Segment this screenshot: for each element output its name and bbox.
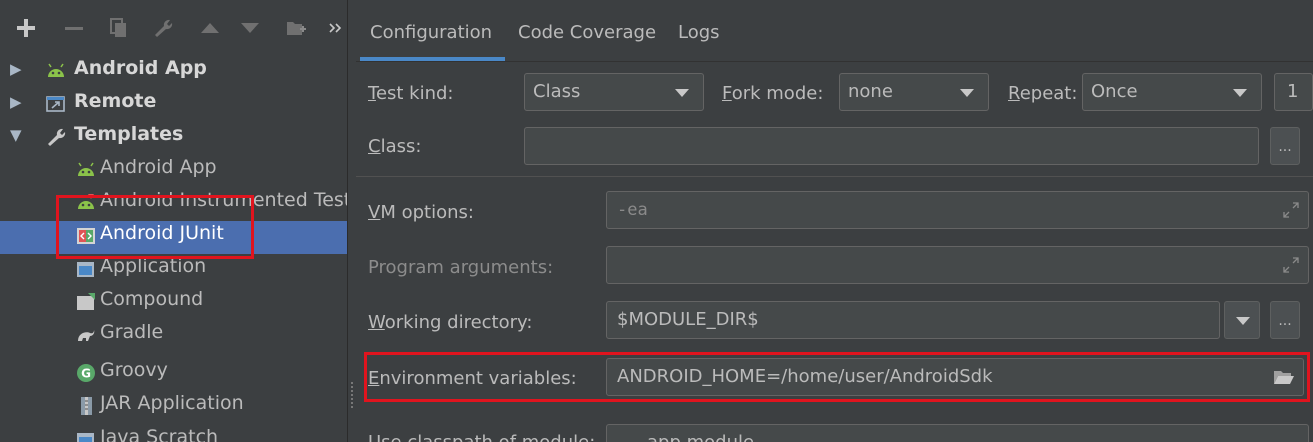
fork-mode-value: none (848, 81, 893, 102)
expand-icon[interactable] (1282, 256, 1300, 274)
tree-item-jar-application[interactable]: JAR Application (0, 391, 347, 424)
highlight-box-environment-variables (364, 352, 1310, 402)
repeat-count-value: 1 (1287, 81, 1299, 102)
tree-item-remote-group[interactable]: ▶ Remote (0, 89, 347, 122)
tree-item-label: Compound (100, 288, 204, 310)
run-configurations-tree-panel: ▶ Android App ▶ Remote ▼ Templates Andro… (0, 0, 347, 442)
working-directory-label: Working directory: (368, 312, 533, 333)
tab-logs[interactable]: Logs (678, 22, 720, 43)
chevron-down-icon (1233, 89, 1247, 97)
expand-icon[interactable] (1282, 201, 1300, 219)
tree-item-label: JAR Application (100, 392, 244, 414)
working-directory-input[interactable]: $MODULE_DIR$ (606, 301, 1220, 339)
class-label: Class: (368, 136, 422, 157)
application-icon (77, 262, 94, 277)
vm-options-input[interactable]: -ea (606, 191, 1309, 229)
remove-icon[interactable] (64, 18, 84, 38)
use-classpath-dropdown[interactable]: app module (606, 424, 1309, 442)
class-input[interactable] (524, 127, 1259, 165)
tree-item-compound[interactable]: Compound (0, 287, 347, 320)
test-kind-dropdown[interactable]: Class (524, 73, 704, 111)
expanded-arrow-icon[interactable]: ▼ (10, 126, 22, 144)
java-scratch-icon (77, 433, 94, 442)
gradle-icon (78, 330, 95, 341)
android-icon (78, 162, 94, 176)
jar-icon (81, 397, 92, 415)
test-kind-label: Test kind: (368, 83, 454, 104)
tree-item-label: Templates (74, 123, 184, 145)
repeat-label: Repeat: (1008, 83, 1078, 104)
copy-icon[interactable] (108, 18, 128, 38)
repeat-value: Once (1091, 81, 1138, 102)
splitter-grip-icon[interactable] (351, 382, 353, 408)
add-icon[interactable] (16, 18, 36, 38)
move-up-icon[interactable] (200, 18, 220, 38)
section-divider (356, 176, 1313, 177)
use-classpath-value: app module (647, 432, 754, 442)
tree-toolbar (0, 0, 347, 56)
wrench-icon[interactable] (153, 18, 173, 38)
tab-configuration[interactable]: Configuration (370, 22, 492, 43)
configuration-panel: Configuration Code Coverage Logs Test ki… (356, 0, 1313, 442)
class-browse-button[interactable]: ... (1270, 127, 1300, 165)
fork-mode-dropdown[interactable]: none (839, 73, 989, 111)
tree-item-label: Java Scratch (100, 426, 219, 442)
tab-code-coverage[interactable]: Code Coverage (518, 22, 656, 43)
highlight-box-android-junit (56, 195, 254, 259)
working-directory-dropdown-button[interactable] (1224, 301, 1260, 339)
working-directory-browse-button[interactable]: ... (1270, 301, 1300, 339)
tree-item-android-app[interactable]: Android App (0, 155, 347, 188)
folder-add-icon[interactable] (286, 18, 306, 38)
collapsed-arrow-icon[interactable]: ▶ (10, 93, 22, 111)
panel-splitter[interactable] (347, 0, 356, 442)
test-kind-value: Class (533, 81, 581, 102)
vm-options-label: VM options: (368, 202, 474, 223)
active-tab-indicator (360, 57, 505, 61)
more-icon[interactable] (328, 18, 344, 38)
use-classpath-label: Use classpath of module: (368, 432, 595, 442)
tree-item-label: Remote (74, 90, 157, 112)
tree-item-label: Gradle (100, 321, 164, 343)
move-down-icon[interactable] (240, 18, 260, 38)
tree-item-android-app-group[interactable]: ▶ Android App (0, 56, 347, 89)
vm-options-value: -ea (617, 200, 648, 220)
tree-item-label: Android App (74, 57, 207, 79)
svg-text:G: G (81, 367, 91, 381)
remote-icon (46, 96, 65, 112)
chevron-down-icon (675, 89, 689, 97)
repeat-count-field[interactable]: 1 (1274, 73, 1313, 111)
tree-item-label: Groovy (100, 359, 168, 381)
program-arguments-input[interactable] (606, 246, 1309, 284)
chevron-down-icon (1236, 317, 1250, 325)
tree-item-java-scratch[interactable]: Java Scratch (0, 425, 347, 442)
tree-item-gradle[interactable]: Gradle (0, 320, 347, 353)
android-icon (48, 63, 64, 77)
compound-icon (77, 293, 95, 310)
groovy-icon: G (77, 364, 95, 382)
tab-bar: Configuration Code Coverage Logs (356, 0, 1313, 62)
working-directory-value: $MODULE_DIR$ (617, 309, 759, 330)
collapsed-arrow-icon[interactable]: ▶ (10, 60, 22, 78)
chevron-down-icon (960, 89, 974, 97)
tree-item-templates-group[interactable]: ▼ Templates (0, 122, 347, 155)
wrench-icon (48, 128, 66, 146)
program-arguments-label: Program arguments: (368, 257, 554, 278)
tree-item-groovy[interactable]: G Groovy (0, 358, 347, 391)
repeat-dropdown[interactable]: Once (1082, 73, 1262, 111)
fork-mode-label: Fork mode: (722, 83, 824, 104)
tree-item-label: Android App (100, 156, 217, 178)
